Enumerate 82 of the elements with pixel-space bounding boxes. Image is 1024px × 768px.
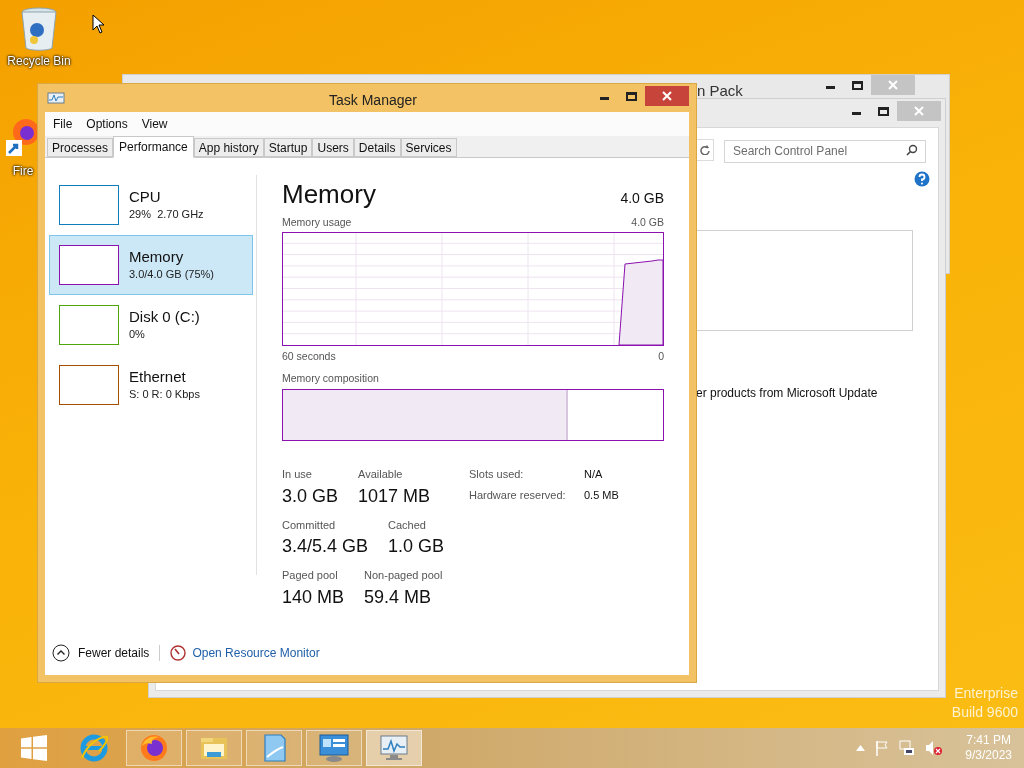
stat-value: N/A	[584, 467, 604, 483]
taskbar-button[interactable]	[126, 730, 182, 766]
globe-e-icon	[79, 733, 109, 763]
help-icon	[914, 170, 930, 187]
total-memory: 4.0 GB	[620, 189, 664, 208]
tab[interactable]: Users	[312, 138, 354, 157]
axis-label: 60 seconds	[282, 348, 336, 364]
stat-label: Non-paged pool	[364, 568, 443, 584]
taskbar-button[interactable]	[366, 730, 422, 766]
stat-value: 3.4/5.4 GB	[282, 535, 369, 559]
stat-value: 140 MB	[282, 585, 345, 609]
resource-name: Memory	[129, 247, 185, 266]
refresh-icon	[700, 145, 710, 156]
maximize-icon	[878, 106, 889, 116]
tab[interactable]: Startup	[263, 138, 313, 157]
show-hidden-icons-icon	[856, 745, 866, 751]
collapse-icon	[52, 644, 70, 662]
resource-name: Ethernet	[129, 367, 187, 386]
resource-item[interactable]: Memory 3.0/4.0 GB (75%)	[49, 235, 253, 295]
taskbar-button[interactable]	[306, 730, 362, 766]
minimize-icon	[826, 86, 835, 89]
stat-label: Hardware reserved:	[469, 487, 567, 503]
page-icon	[261, 733, 287, 763]
composition-label: Memory composition	[282, 370, 380, 386]
resource-reading: 0%	[129, 326, 146, 342]
minimize-icon	[852, 112, 861, 115]
mouse-pointer-icon	[92, 14, 105, 34]
muted-speaker-icon	[925, 740, 944, 756]
update-text: er products from Microsoft Update	[696, 384, 879, 402]
stat-label: Cached	[388, 517, 427, 533]
monitor-graph-icon	[378, 733, 410, 763]
resource-reading: S: 0 R: 0 Kbps	[129, 386, 200, 402]
window-title: n Pack	[697, 81, 743, 101]
resource-monitor-icon	[170, 645, 187, 661]
windows-logo-icon	[21, 735, 47, 761]
menu-item[interactable]: File	[47, 115, 79, 133]
axis-label: 0	[658, 348, 664, 364]
stat-value: 0.5 MB	[584, 487, 619, 503]
fox-globe-icon	[139, 733, 169, 763]
monitor-panel-icon	[318, 733, 350, 763]
menu-item[interactable]: View	[135, 115, 174, 133]
stat-value: 59.4 MB	[364, 585, 433, 609]
tab[interactable]: App history	[193, 138, 264, 157]
window-title: Task Manager	[328, 91, 418, 110]
stat-label: In use	[282, 467, 313, 483]
resource-name: CPU	[129, 187, 162, 206]
close-button[interactable]	[645, 86, 689, 106]
search-icon	[906, 144, 918, 156]
stat-label: Committed	[282, 517, 337, 533]
stat-value: 3.0 GB	[282, 484, 339, 508]
graph-max: 4.0 GB	[631, 215, 664, 230]
close-icon	[888, 80, 898, 90]
flag-icon	[875, 740, 890, 756]
resource-reading: 3.0/4.0 GB (75%)	[129, 266, 214, 282]
maximize-icon	[626, 91, 637, 101]
detail-heading: Memory	[282, 178, 376, 211]
taskbar-button[interactable]	[186, 730, 242, 766]
close-icon	[662, 91, 672, 101]
stat-value: 1017 MB	[358, 484, 431, 508]
stat-label: Available	[358, 467, 404, 483]
menu-item[interactable]: Options	[80, 115, 134, 133]
resource-reading: 29% 2.70 GHz	[129, 206, 204, 222]
tab[interactable]: Details	[353, 138, 401, 157]
search-field[interactable]: Search Control Panel	[724, 139, 926, 163]
tab[interactable]: Processes	[47, 138, 114, 157]
edition-watermark: Enterprise	[954, 684, 1018, 703]
edition-watermark: Build 9600	[951, 703, 1018, 722]
resource-name: Disk 0 (C:)	[129, 307, 200, 326]
recycle-bin-icon	[19, 6, 59, 52]
maximize-icon	[852, 80, 863, 90]
tab[interactable]: Services	[400, 138, 457, 157]
tab[interactable]: Performance	[113, 136, 194, 158]
monitor-graph-icon	[47, 92, 65, 106]
stat-value: 1.0 GB	[388, 535, 445, 559]
close-icon	[914, 106, 924, 116]
network-icon	[899, 740, 916, 756]
resource-monitor-link[interactable]: Open Resource Monitor	[192, 644, 320, 662]
stat-label: Paged pool	[282, 568, 339, 584]
fewer-details-button[interactable]: Fewer details	[52, 644, 150, 662]
stat-label: Slots used:	[469, 467, 525, 483]
minimize-icon	[600, 97, 609, 100]
graph-label: Memory usage	[282, 215, 352, 230]
